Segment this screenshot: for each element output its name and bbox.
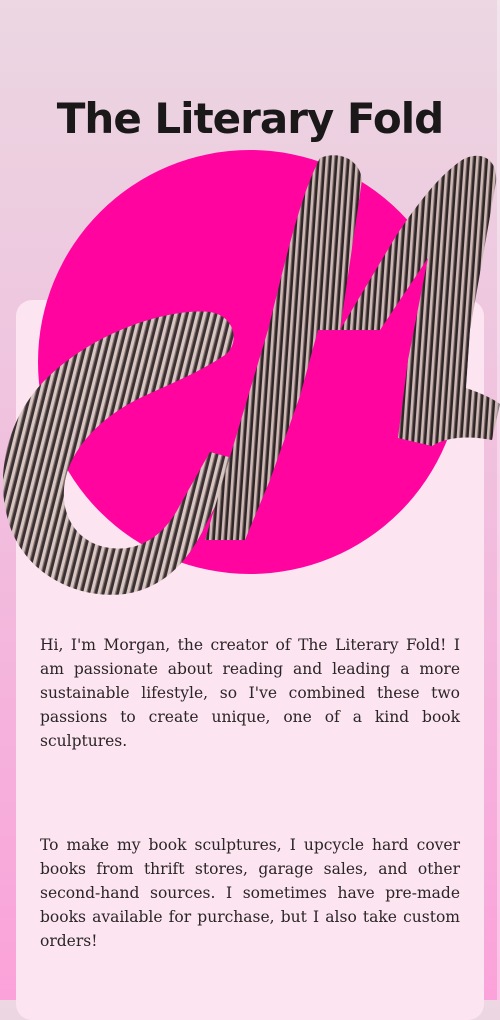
folded-book-letter-m-logo-icon [2, 150, 500, 595]
site-title: The Literary Fold [56, 94, 444, 143]
about-paragraph: To make my book sculptures, I upcycle ha… [40, 836, 460, 950]
about-paragraph: Hi, I'm Morgan, the creator of The Liter… [40, 636, 460, 750]
logo [0, 148, 500, 608]
